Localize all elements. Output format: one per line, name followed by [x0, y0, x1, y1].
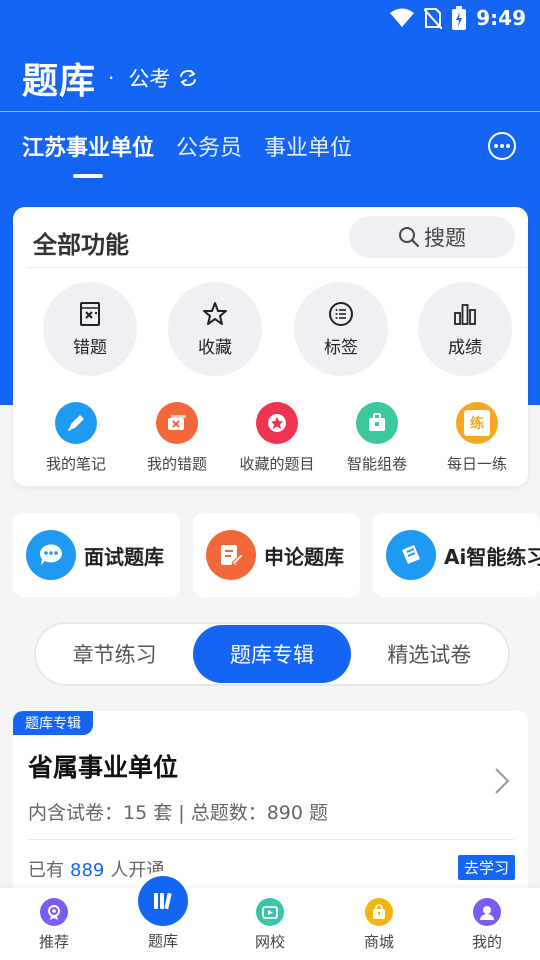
count-prefix: 已有 — [28, 860, 64, 881]
my-notes-label: 我的笔记 — [45, 455, 106, 473]
page-header: 题库 · 公考 — [22, 52, 198, 104]
briefcase-icon — [356, 402, 398, 444]
nav-shop[interactable]: 商城 — [339, 898, 419, 952]
ai-practice-label: Ai智能练习 — [444, 544, 540, 569]
interview-bank-label: 面试题库 — [84, 544, 164, 569]
bottom-nav: 推荐 网校 商城 我的 — [0, 888, 540, 960]
wrong-card-icon — [156, 402, 198, 444]
tags-button[interactable]: 标签 — [294, 282, 388, 376]
album-name: 省属事业单位 — [28, 753, 179, 782]
ai-practice-icon — [386, 530, 436, 580]
album-tag: 题库专辑 — [13, 711, 93, 735]
pencil-icon — [55, 402, 97, 444]
saved-questions-label: 收藏的题目 — [239, 455, 315, 473]
nav-profile-label: 我的 — [471, 933, 502, 951]
title-separator: · — [108, 66, 115, 90]
nav-recommend[interactable]: 推荐 — [14, 898, 94, 952]
tab-gongwuyuan[interactable]: 公务员 — [176, 130, 242, 162]
status-bar: 9:49 — [0, 0, 540, 36]
no-sim-icon — [424, 8, 443, 29]
saved-questions-button[interactable]: 收藏的题目 — [227, 402, 327, 474]
my-mistakes-button[interactable]: 我的错题 — [127, 402, 227, 474]
album-meta: 内含试卷：15 套 | 总题数：890 题 — [28, 802, 329, 824]
go-study-button[interactable]: 去学习 — [457, 855, 515, 880]
functions-card: 全部功能 搜题 错题 收藏 标签 成绩 我的笔记 我的错题 收藏的题目 智能组卷… — [13, 207, 528, 486]
wifi-icon — [390, 8, 415, 27]
essay-bank-card[interactable]: 申论题库 — [193, 513, 360, 597]
clock: 9:49 — [476, 6, 526, 30]
exam-type-switch[interactable]: 公考 — [128, 63, 170, 93]
favorites-label: 收藏 — [198, 337, 232, 358]
swap-icon[interactable] — [178, 68, 198, 88]
more-options-icon[interactable] — [487, 131, 517, 161]
album-card[interactable]: 题库专辑 省属事业单位 内含试卷：15 套 | 总题数：890 题 已有 889 人… — [13, 711, 528, 901]
category-tabs: 江苏事业单位 公务员 事业单位 — [22, 130, 352, 178]
bar-chart-icon — [454, 303, 476, 325]
scores-button[interactable]: 成绩 — [418, 282, 512, 376]
tv-icon — [256, 898, 284, 926]
recommend-icon — [40, 898, 68, 926]
scores-label: 成绩 — [448, 337, 482, 358]
daily-practice-label: 每日一练 — [446, 455, 507, 473]
essay-bank-label: 申论题库 — [264, 544, 344, 569]
tags-label: 标签 — [324, 337, 358, 358]
search-icon — [399, 227, 419, 247]
card-divider — [27, 267, 528, 268]
search-label: 搜题 — [424, 226, 466, 250]
album-subscriber-count: 已有 889 人开通 — [28, 856, 164, 882]
essay-icon — [206, 530, 256, 580]
nav-online-school-label: 网校 — [254, 933, 285, 951]
nav-question-bank-label: 题库 — [147, 932, 178, 950]
chevron-right-icon[interactable] — [494, 767, 510, 795]
shop-bag-icon — [365, 898, 393, 926]
practice-glyph: 练 — [464, 410, 490, 436]
tab-jiangsu-shiye[interactable]: 江苏事业单位 — [22, 130, 154, 178]
battery-icon — [452, 6, 467, 30]
my-notes-button[interactable]: 我的笔记 — [26, 402, 126, 474]
header-divider — [0, 111, 540, 112]
search-button[interactable]: 搜题 — [349, 216, 515, 258]
star-icon — [203, 301, 227, 325]
album-divider — [28, 839, 514, 840]
segment-selected-papers[interactable]: 精选试卷 — [351, 625, 508, 683]
favorites-button[interactable]: 收藏 — [168, 282, 262, 376]
nav-shop-label: 商城 — [363, 933, 394, 951]
practice-icon: 练 — [456, 402, 498, 444]
tab-shiye[interactable]: 事业单位 — [264, 130, 352, 162]
mistake-book-icon — [80, 301, 100, 326]
nav-recommend-label: 推荐 — [38, 933, 69, 951]
mistakes-label: 错题 — [73, 337, 107, 358]
my-mistakes-label: 我的错题 — [146, 455, 207, 473]
mistakes-button[interactable]: 错题 — [43, 282, 137, 376]
count-value: 889 — [70, 860, 105, 881]
page-title: 题库 — [22, 61, 97, 102]
ai-practice-card[interactable]: Ai智能练习 — [373, 513, 540, 597]
profile-icon — [473, 898, 501, 926]
practice-mode-switch: 章节练习 题库专辑 精选试卷 — [34, 622, 510, 686]
star-badge-icon — [256, 402, 298, 444]
chat-bubble-icon — [26, 530, 76, 580]
segment-bank-album[interactable]: 题库专辑 — [193, 625, 351, 683]
interview-bank-card[interactable]: 面试题库 — [13, 513, 180, 597]
nav-profile[interactable]: 我的 — [447, 898, 527, 952]
functions-heading: 全部功能 — [33, 231, 129, 259]
daily-practice-button[interactable]: 练 每日一练 — [427, 402, 527, 474]
question-bank-icon — [154, 892, 172, 910]
nav-question-bank[interactable] — [138, 876, 188, 926]
smart-paper-label: 智能组卷 — [346, 455, 407, 473]
nav-online-school[interactable]: 网校 — [230, 898, 310, 952]
segment-chapter-practice[interactable]: 章节练习 — [36, 625, 193, 683]
list-icon — [329, 301, 353, 326]
smart-paper-button[interactable]: 智能组卷 — [327, 402, 427, 474]
